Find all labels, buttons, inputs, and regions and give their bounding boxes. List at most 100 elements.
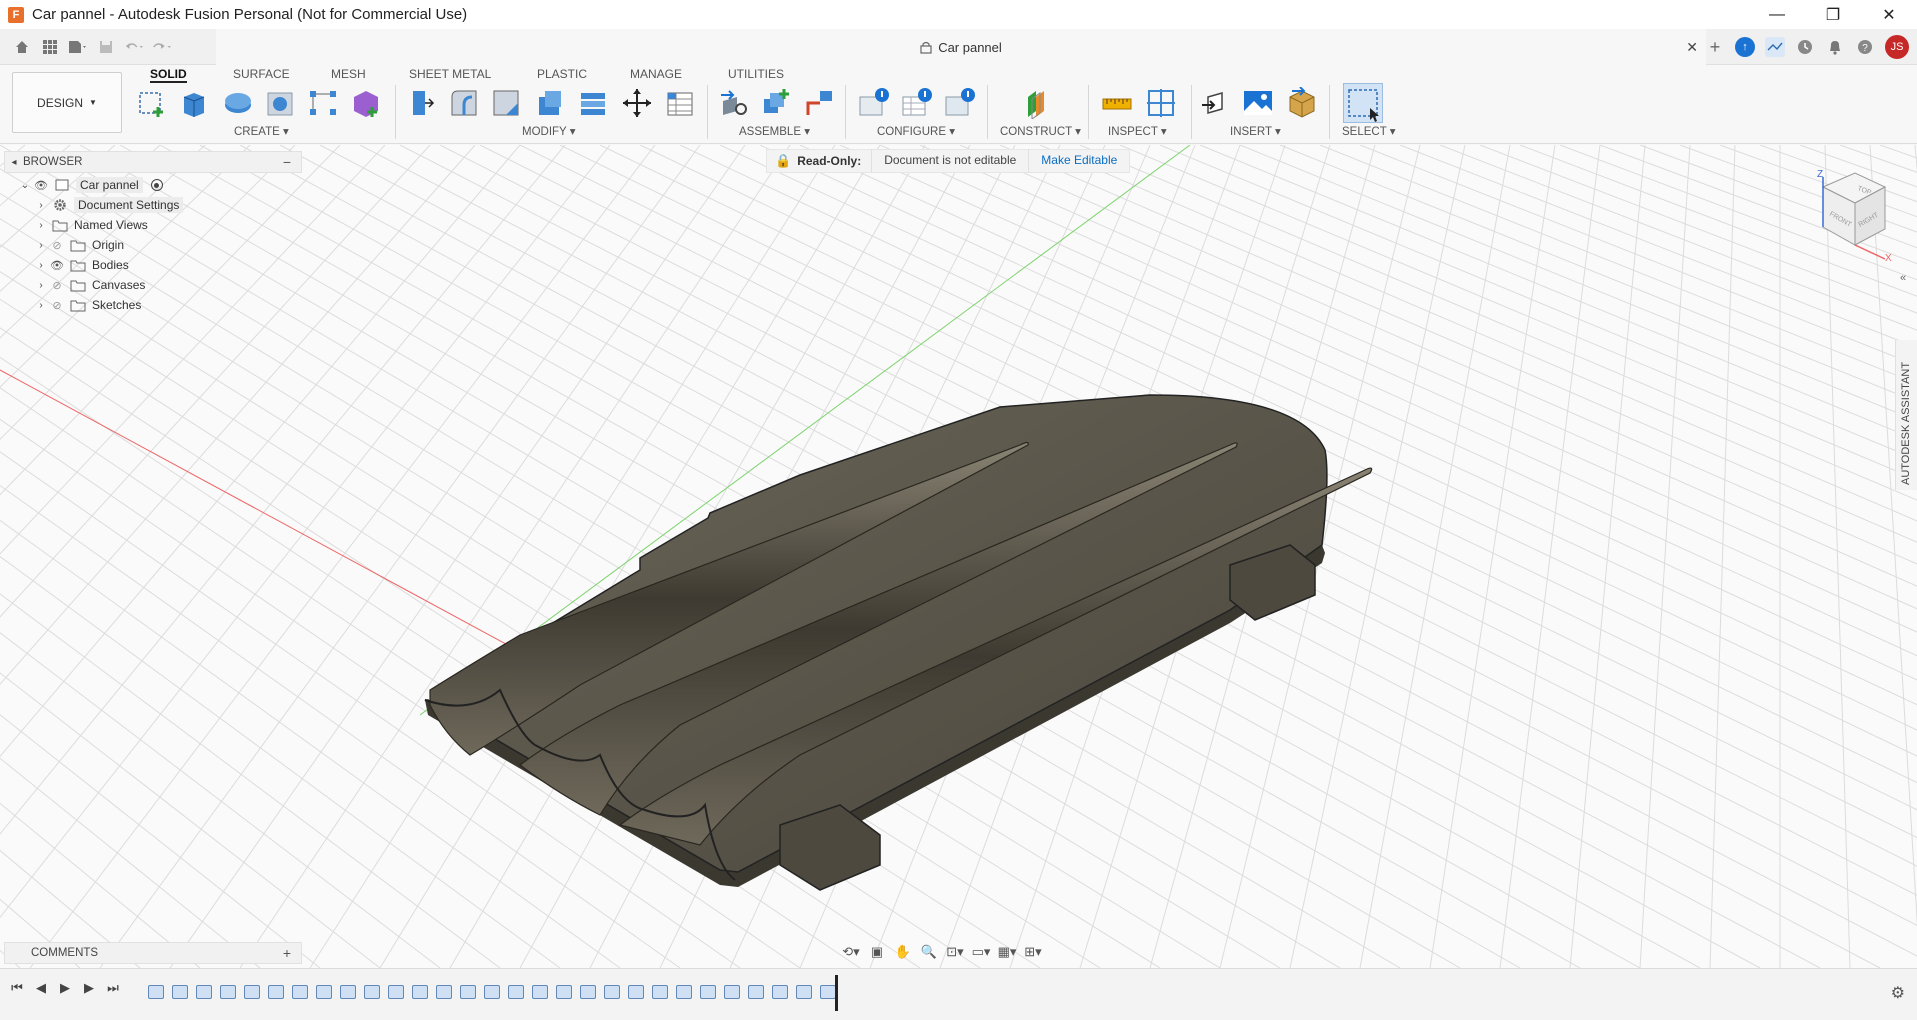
car-panel-body[interactable] <box>424 394 1373 891</box>
redo-icon[interactable] <box>152 37 172 57</box>
eye-hidden-icon[interactable]: ⊘ <box>48 239 66 252</box>
chevron-right-icon[interactable]: › <box>34 260 48 271</box>
step-forward-icon[interactable]: ▶ <box>80 979 98 997</box>
tree-item-canvases[interactable]: › ⊘ Canvases <box>34 274 145 296</box>
timeline-feature-icon[interactable] <box>796 985 812 999</box>
timeline-feature-icon[interactable] <box>196 985 212 999</box>
group-create[interactable]: CREATE ▾ <box>234 124 289 138</box>
viewports-icon[interactable]: ⊞▾ <box>1022 942 1044 962</box>
timeline-feature-icon[interactable] <box>268 985 284 999</box>
fillet-icon[interactable] <box>448 87 480 119</box>
activate-radio-icon[interactable] <box>150 179 163 191</box>
zoom-icon[interactable]: 🔍 <box>918 942 940 962</box>
timeline-feature-icon[interactable] <box>748 985 764 999</box>
tab-manage[interactable]: MANAGE <box>630 65 682 83</box>
create-form-icon[interactable] <box>350 87 382 119</box>
chamfer-icon[interactable] <box>490 87 522 119</box>
save-icon[interactable] <box>96 37 116 57</box>
comments-panel[interactable]: COMMENTS + <box>4 942 302 964</box>
timeline-feature-icon[interactable] <box>676 985 692 999</box>
group-construct[interactable]: CONSTRUCT ▾ <box>1000 124 1081 138</box>
minimize-panel-icon[interactable]: − <box>283 154 291 170</box>
go-to-start-icon[interactable]: ⏮ <box>8 979 26 997</box>
chevron-right-icon[interactable]: › <box>34 280 48 291</box>
tab-sheet-metal[interactable]: SHEET METAL <box>409 65 491 83</box>
close-tab-icon[interactable]: ✕ <box>1686 39 1698 56</box>
chevron-right-icon[interactable]: › <box>34 200 48 211</box>
timeline-feature-icon[interactable] <box>556 985 572 999</box>
notifications-bell-icon[interactable] <box>1825 37 1845 57</box>
eye-hidden-icon[interactable]: ⊘ <box>48 299 66 312</box>
workspace-switcher[interactable]: DESIGN ▼ <box>12 72 122 133</box>
shell-icon[interactable] <box>533 87 565 119</box>
timeline-feature-icon[interactable] <box>604 985 620 999</box>
user-avatar[interactable]: JS <box>1885 35 1909 59</box>
measure-icon[interactable] <box>1101 87 1133 119</box>
make-editable-link[interactable]: Make Editable <box>1028 149 1129 173</box>
chevron-right-icon[interactable]: › <box>34 240 48 251</box>
new-tab-icon[interactable]: + <box>1705 37 1725 57</box>
browser-header[interactable]: ◂ BROWSER − <box>4 151 302 173</box>
tab-utilities[interactable]: UTILITIES <box>728 65 784 83</box>
look-at-icon[interactable]: ▣ <box>866 942 888 962</box>
timeline-feature-icon[interactable] <box>148 985 164 999</box>
as-built-joint-icon[interactable] <box>804 87 836 119</box>
autodesk-assistant-tab[interactable]: AUTODESK ASSISTANT <box>1895 340 1917 490</box>
select-tool-button[interactable] <box>1343 83 1383 123</box>
extensions-icon[interactable]: ↑ <box>1735 37 1755 57</box>
timeline-feature-icon[interactable] <box>460 985 476 999</box>
new-component-icon[interactable] <box>717 87 749 119</box>
section-analysis-icon[interactable] <box>1145 87 1177 119</box>
configure-table-icon[interactable] <box>858 87 890 119</box>
group-modify[interactable]: MODIFY ▾ <box>522 124 575 138</box>
create-sketch-icon[interactable] <box>136 87 168 119</box>
change-parameters-icon[interactable] <box>664 87 696 119</box>
timeline-feature-icon[interactable] <box>340 985 356 999</box>
rectangular-pattern-icon[interactable] <box>307 87 339 119</box>
tree-item-bodies[interactable]: › 👁 Bodies <box>34 254 128 276</box>
timeline-feature-icon[interactable] <box>484 985 500 999</box>
expand-panel-icon[interactable]: « <box>1900 272 1906 284</box>
configure-rules-icon[interactable] <box>901 87 933 119</box>
revolve-icon[interactable] <box>222 87 254 119</box>
tree-item-document-settings[interactable]: › Document Settings <box>34 194 184 216</box>
minimize-button[interactable]: — <box>1749 0 1805 29</box>
tree-item-sketches[interactable]: › ⊘ Sketches <box>34 294 141 316</box>
go-to-end-icon[interactable]: ⏭ <box>104 979 122 997</box>
chevron-right-icon[interactable]: › <box>34 300 48 311</box>
tab-surface[interactable]: SURFACE <box>233 65 290 83</box>
timeline-feature-icon[interactable] <box>580 985 596 999</box>
timeline-feature-icon[interactable] <box>436 985 452 999</box>
timeline-feature-icon[interactable] <box>364 985 380 999</box>
document-tab[interactable]: Car pannel ✕ <box>216 29 1706 65</box>
timeline-feature-icon[interactable] <box>508 985 524 999</box>
display-settings-icon[interactable]: ▭▾ <box>970 942 992 962</box>
tree-root-car-pannel[interactable]: ⌄ 👁 Car pannel <box>18 174 163 196</box>
insert-derive-icon[interactable] <box>1200 87 1232 119</box>
chevron-down-icon[interactable]: ⌄ <box>18 180 32 191</box>
insert-canvas-icon[interactable] <box>1242 87 1274 119</box>
pan-hand-icon[interactable]: ✋ <box>892 942 914 962</box>
play-icon[interactable]: ▶ <box>56 979 74 997</box>
home-icon[interactable] <box>12 37 32 57</box>
chevron-right-icon[interactable]: › <box>34 220 48 231</box>
group-assemble[interactable]: ASSEMBLE ▾ <box>739 124 810 138</box>
timeline-feature-icon[interactable] <box>412 985 428 999</box>
group-insert[interactable]: INSERT ▾ <box>1230 124 1281 138</box>
job-status-icon[interactable] <box>1765 37 1785 57</box>
step-back-icon[interactable]: ◀ <box>32 979 50 997</box>
extrude-icon[interactable] <box>178 87 210 119</box>
timeline-feature-icon[interactable] <box>172 985 188 999</box>
timeline-feature-icon[interactable] <box>388 985 404 999</box>
group-inspect[interactable]: INSPECT ▾ <box>1108 124 1167 138</box>
file-menu-icon[interactable] <box>68 37 88 57</box>
timeline-feature-icon[interactable] <box>292 985 308 999</box>
timeline-feature-icon[interactable] <box>772 985 788 999</box>
tab-plastic[interactable]: PLASTIC <box>537 65 587 83</box>
eye-visible-icon[interactable]: 👁 <box>32 179 50 192</box>
timeline-feature-icon[interactable] <box>220 985 236 999</box>
close-window-button[interactable]: ✕ <box>1861 0 1917 29</box>
tree-item-named-views[interactable]: › Named Views <box>34 214 147 236</box>
tab-solid[interactable]: SOLID <box>150 65 187 83</box>
timeline-feature-icon[interactable] <box>700 985 716 999</box>
